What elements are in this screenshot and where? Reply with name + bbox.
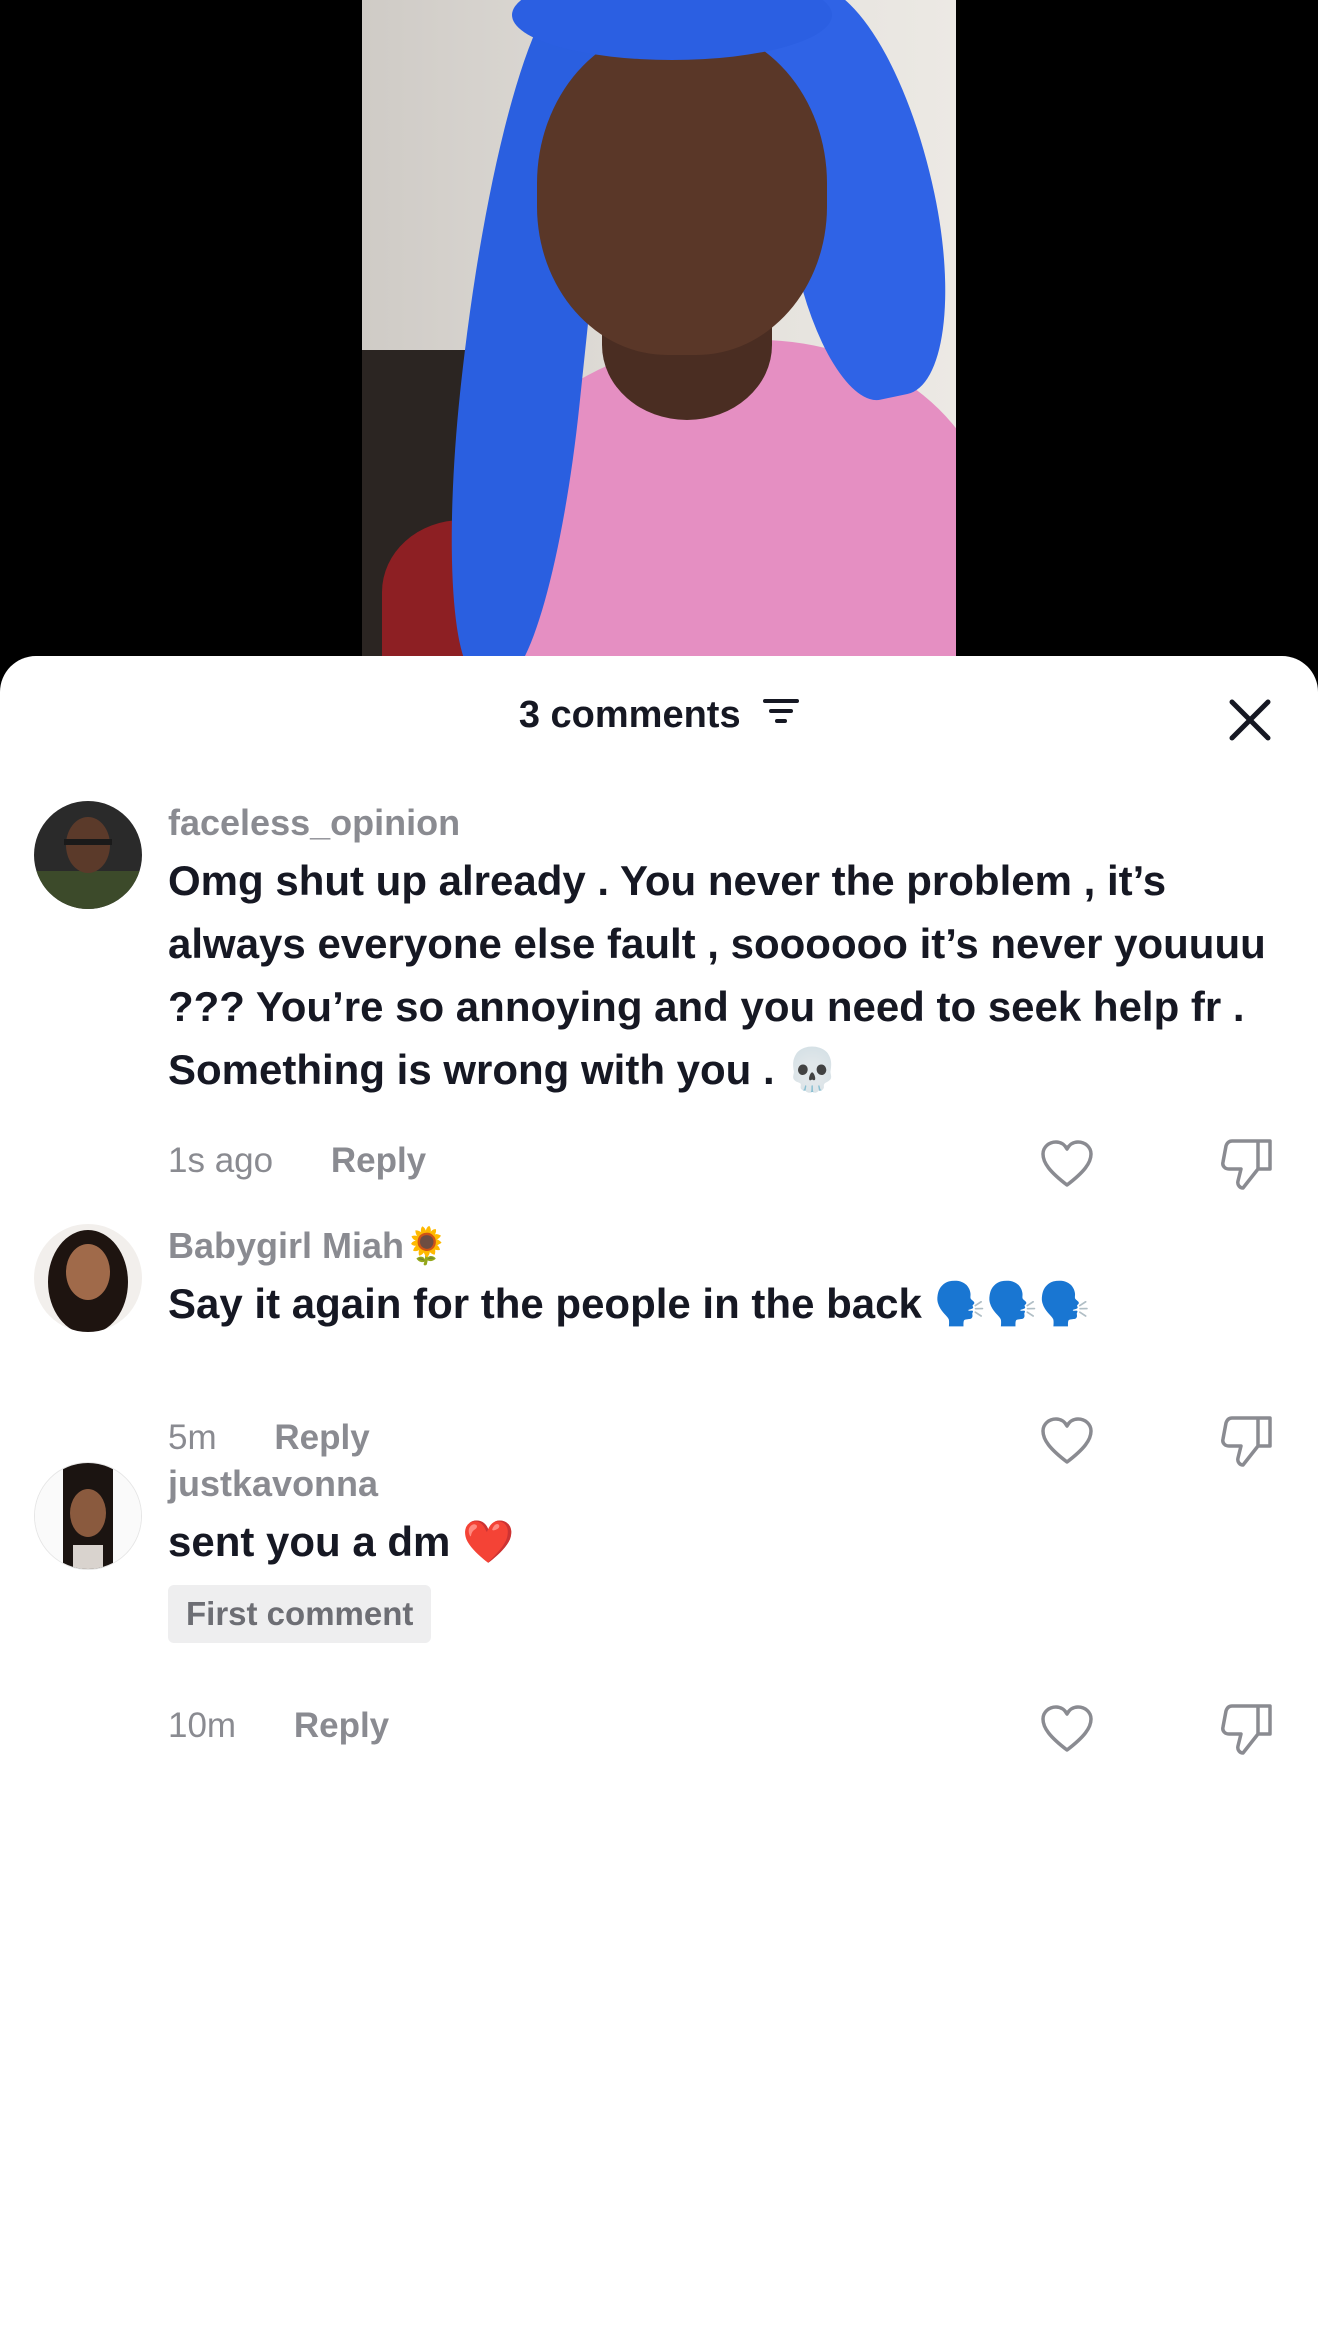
filter-icon[interactable] [763, 692, 800, 735]
comment-count-label: 3 comments [518, 694, 741, 736]
comment-meta: 5m Reply [168, 1418, 370, 1458]
thumbs-down-icon[interactable] [1220, 1137, 1276, 1191]
thumbs-down-icon[interactable] [1220, 1414, 1276, 1468]
comment-text: Say it again for the people in the back … [168, 1280, 1091, 1327]
reply-button[interactable]: Reply [294, 1706, 389, 1746]
username[interactable]: Babygirl Miah🌻 [168, 1224, 1288, 1268]
timestamp: 5m [168, 1418, 217, 1457]
reply-button[interactable]: Reply [274, 1418, 369, 1458]
avatar[interactable] [34, 1462, 142, 1570]
heart-outline-icon[interactable] [1040, 1704, 1094, 1754]
comment-text: sent you a dm ❤️ [168, 1518, 515, 1565]
comments-header: 3 comments [0, 656, 1318, 766]
avatar[interactable] [34, 801, 142, 909]
timestamp: 1s ago [168, 1141, 274, 1180]
comment-meta: 1s ago Reply [168, 1141, 426, 1181]
thumbs-down-icon[interactable] [1220, 1702, 1276, 1756]
heart-outline-icon[interactable] [1040, 1416, 1094, 1466]
username[interactable]: faceless_opinion [168, 801, 1288, 845]
video-frame [362, 0, 956, 700]
first-comment-badge: First comment [168, 1585, 432, 1643]
video-player[interactable] [0, 0, 1318, 700]
heart-outline-icon[interactable] [1040, 1139, 1094, 1189]
username[interactable]: justkavonna [168, 1462, 1288, 1506]
comment-text: Omg shut up already . You never the prob… [168, 857, 1266, 1093]
close-icon[interactable] [1224, 694, 1276, 746]
comment-count[interactable]: 3 comments [0, 694, 1318, 737]
avatar[interactable] [34, 1224, 142, 1332]
timestamp: 10m [168, 1706, 237, 1745]
comments-sheet: 3 comments faceless_opinion Omg shut up … [0, 656, 1318, 2346]
reply-button[interactable]: Reply [331, 1141, 426, 1181]
comment-meta: 10m Reply [168, 1706, 389, 1746]
